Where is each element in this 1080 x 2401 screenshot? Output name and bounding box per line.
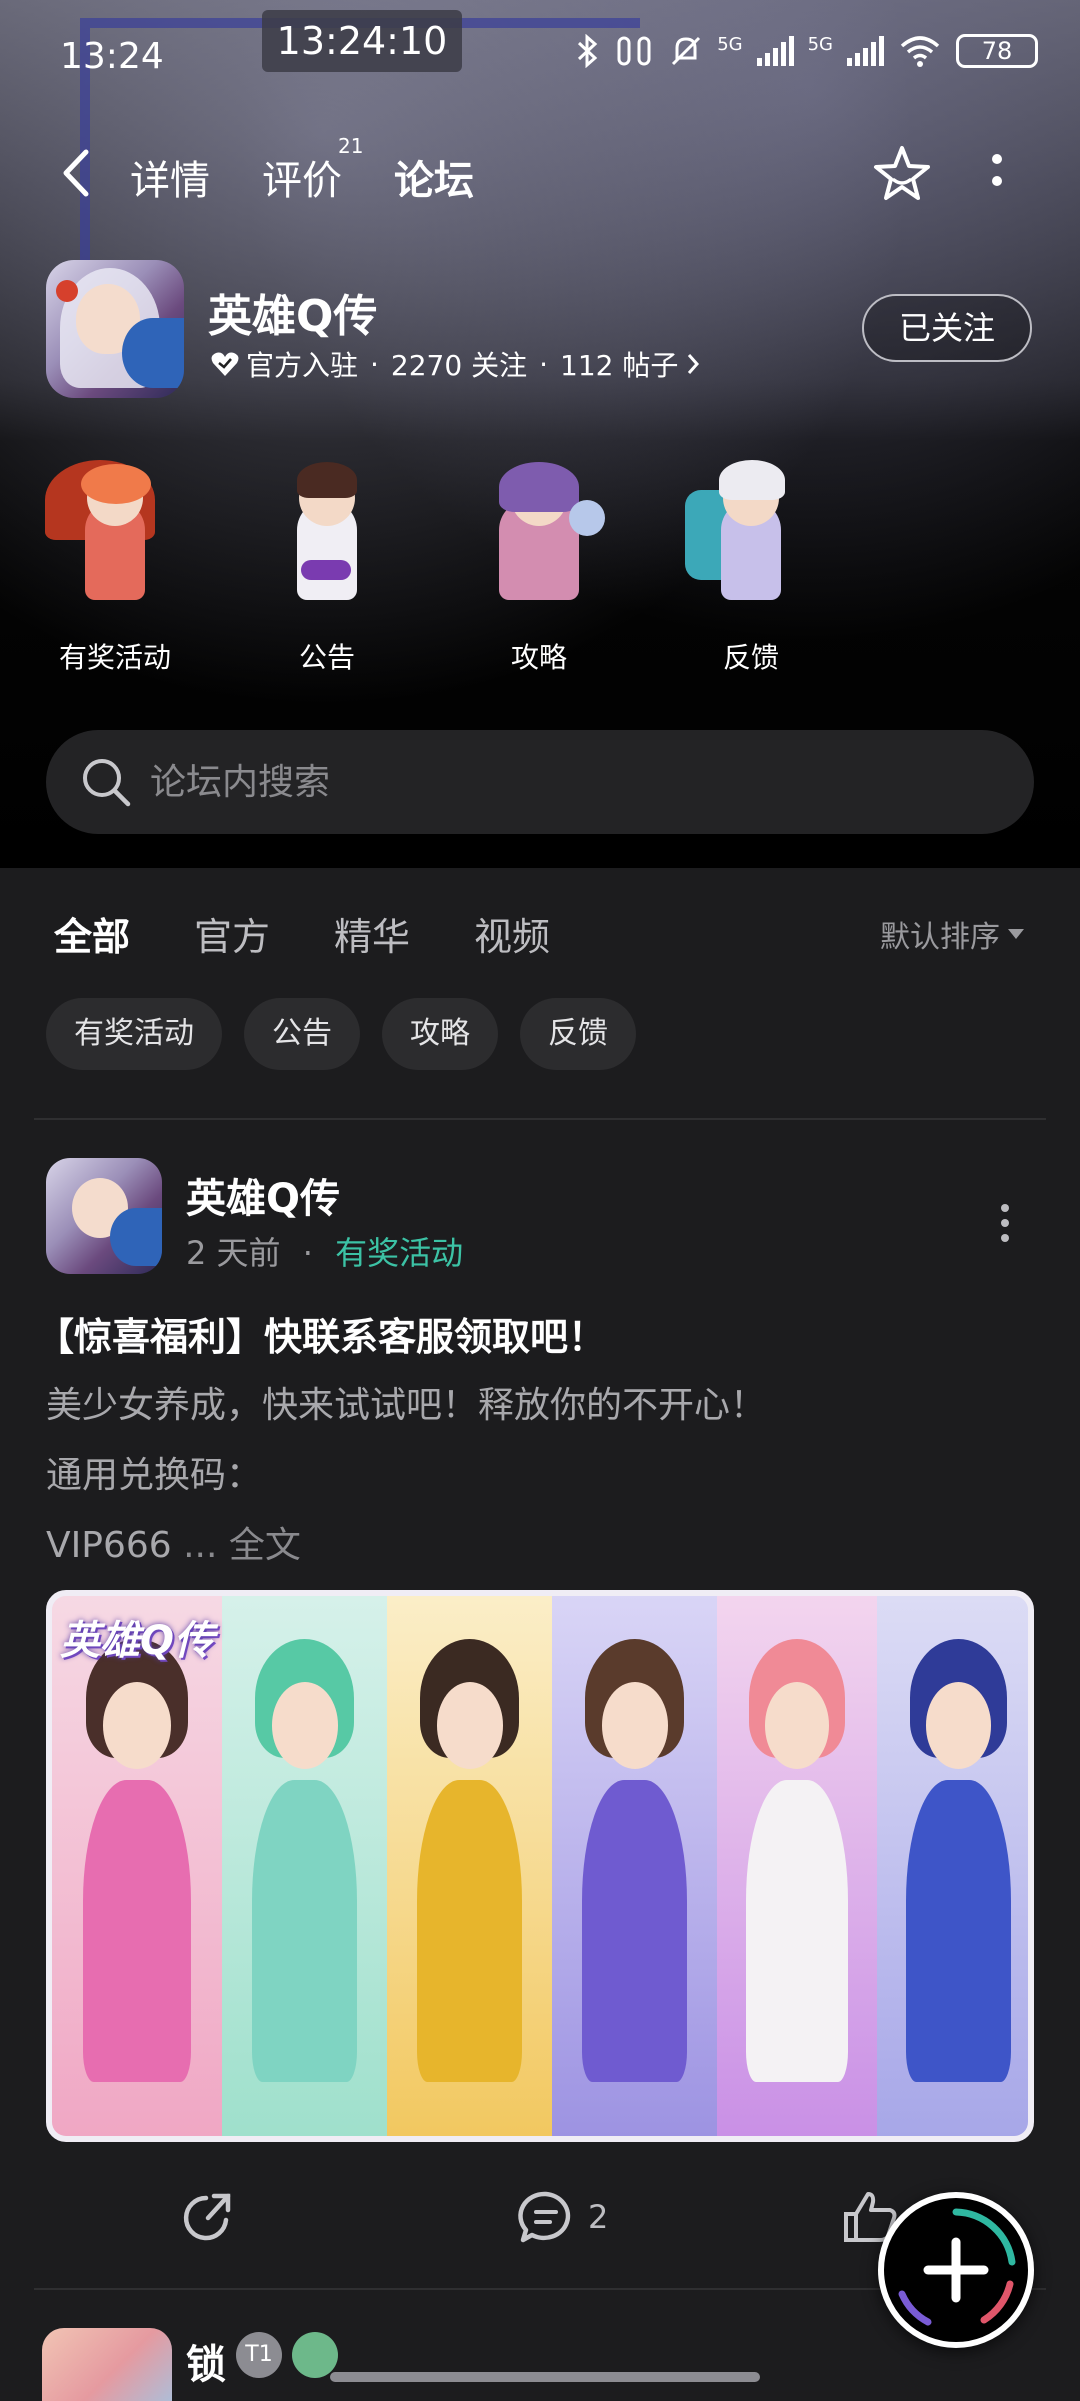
forum-categories: 有奖活动 公告 攻略 反馈 [0, 460, 1080, 690]
more-options-icon[interactable] [990, 150, 1004, 200]
meta-separator: · [302, 1234, 313, 1272]
full-text-link[interactable]: 全文 [229, 1525, 301, 1566]
banner-character [387, 1596, 552, 2136]
game-meta[interactable]: 官方入驻 · 2270 关注 · 112 帖子 [210, 344, 702, 384]
plus-icon [898, 2208, 1016, 2326]
caret-down-icon [1008, 929, 1024, 939]
followers-count: 2270 关注 [390, 349, 528, 382]
battery-icon: 78 [956, 34, 1038, 68]
tab-forum[interactable]: 论坛 [392, 148, 476, 212]
post-author[interactable]: 英雄Q传 [186, 1166, 340, 1224]
filter-tab-featured[interactable]: 精华 [334, 906, 410, 961]
search-icon [83, 759, 131, 807]
author-avatar[interactable] [42, 2328, 172, 2401]
category-chips: 有奖活动 公告 攻略 反馈 [46, 998, 636, 1070]
filter-tabs: 全部 官方 精华 视频 默认排序 [0, 898, 1080, 978]
banner-character [877, 1596, 1028, 2136]
category-rewards-art [45, 460, 185, 610]
earbuds-icon [617, 36, 651, 66]
chip-feedback[interactable]: 反馈 [520, 998, 636, 1070]
search-input[interactable] [150, 730, 950, 834]
post-excerpt-line: 通用兑换码： [46, 1455, 263, 1496]
chip-announcements[interactable]: 公告 [244, 998, 360, 1070]
status-icons: 5G 5G 78 [575, 34, 1038, 68]
meta-separator: · [370, 347, 379, 381]
post-meta: 2 天前 · 有奖活动 [186, 1228, 463, 1274]
signal-icon [756, 36, 794, 66]
post-more-icon[interactable] [998, 1204, 1012, 1244]
category-label: 攻略 [510, 641, 567, 674]
wifi-icon [900, 36, 940, 67]
scroll-indicator [330, 2372, 760, 2382]
status-bar: 13:24 13:24:10 5G 5G 78 [0, 0, 1080, 110]
banner-character [52, 1596, 222, 2136]
favorite-star-icon[interactable] [870, 142, 934, 206]
clock-overlay: 13:24:10 [262, 10, 462, 72]
category-guides[interactable]: 攻略 [454, 460, 624, 676]
post-excerpt-line: VIP666 ... 全文 [46, 1516, 301, 1568]
create-post-button[interactable] [878, 2192, 1034, 2348]
follow-button[interactable]: 已关注 [862, 294, 1032, 362]
category-announcements-art [257, 460, 397, 610]
post-excerpt-line: 美少女养成，快来试试吧！释放你的不开心！ [46, 1385, 767, 1426]
top-navigation: 详情 评价 21 论坛 [0, 120, 1080, 230]
banner-character [552, 1596, 717, 2136]
filter-tab-official[interactable]: 官方 [194, 906, 270, 961]
tab-details[interactable]: 详情 [130, 148, 210, 206]
post-title[interactable]: 【惊喜福利】快联系客服领取吧！ [36, 1306, 606, 1361]
filter-tab-all[interactable]: 全部 [54, 906, 130, 969]
signal-icon-2 [847, 36, 884, 66]
post-tag[interactable]: 有奖活动 [335, 1234, 463, 1272]
banner-character [222, 1596, 387, 2136]
category-feedback-art [681, 460, 821, 610]
back-arrow-icon[interactable] [58, 146, 92, 200]
author-avatar[interactable] [46, 1158, 162, 1274]
category-rewards[interactable]: 有奖活动 [30, 460, 200, 676]
chevron-right-icon [688, 354, 700, 374]
frog-badge-icon [292, 2332, 338, 2378]
review-count-badge: 21 [338, 134, 364, 158]
category-label: 有奖活动 [58, 641, 171, 674]
network-5g-label: 5G [717, 34, 743, 55]
forum-content: 全部 官方 精华 视频 默认排序 有奖活动 公告 攻略 反馈 英雄Q传 2 天前… [0, 868, 1080, 2401]
divider [34, 1118, 1046, 1120]
network-5g-label-2: 5G [807, 34, 833, 55]
filter-tab-video[interactable]: 视频 [474, 906, 550, 961]
banner-character [717, 1596, 877, 2136]
chip-rewards[interactable]: 有奖活动 [46, 998, 222, 1070]
comment-count: 2 [588, 2198, 609, 2236]
status-time: 13:24 [60, 36, 164, 77]
ellipsis: ... [171, 1525, 229, 1566]
game-icon[interactable] [46, 260, 184, 398]
comment-icon[interactable] [516, 2188, 576, 2248]
category-label: 公告 [298, 641, 355, 674]
verified-heart-icon [211, 352, 239, 376]
level-badge: T1 [236, 2332, 282, 2378]
share-icon[interactable] [180, 2188, 238, 2246]
sort-label: 默认排序 [880, 920, 1000, 955]
game-info: 英雄Q传 官方入驻 · 2270 关注 · 112 帖子 已关注 [0, 258, 1080, 408]
official-label: 官方入驻 [246, 349, 359, 382]
post-time: 2 天前 [186, 1234, 281, 1272]
redeem-code: VIP666 [46, 1525, 172, 1566]
category-announcements[interactable]: 公告 [242, 460, 412, 676]
chip-guides[interactable]: 攻略 [382, 998, 498, 1070]
category-feedback[interactable]: 反馈 [666, 460, 836, 676]
posts-count: 112 帖子 [560, 349, 679, 382]
sort-dropdown[interactable]: 默认排序 [880, 912, 1024, 956]
category-label: 反馈 [722, 641, 779, 674]
mute-bell-icon [672, 36, 701, 66]
banner-logo: 英雄Q传 [60, 1618, 215, 1664]
meta-separator: · [539, 347, 548, 381]
tab-reviews[interactable]: 评价 [262, 148, 342, 206]
category-guides-art [469, 460, 609, 610]
post-banner-image[interactable]: 英雄Q传 [46, 1590, 1034, 2142]
post-author[interactable]: 锁 [186, 2332, 226, 2390]
forum-search-bar[interactable] [46, 730, 1034, 834]
bluetooth-icon [578, 34, 598, 68]
game-title: 英雄Q传 [208, 291, 378, 342]
